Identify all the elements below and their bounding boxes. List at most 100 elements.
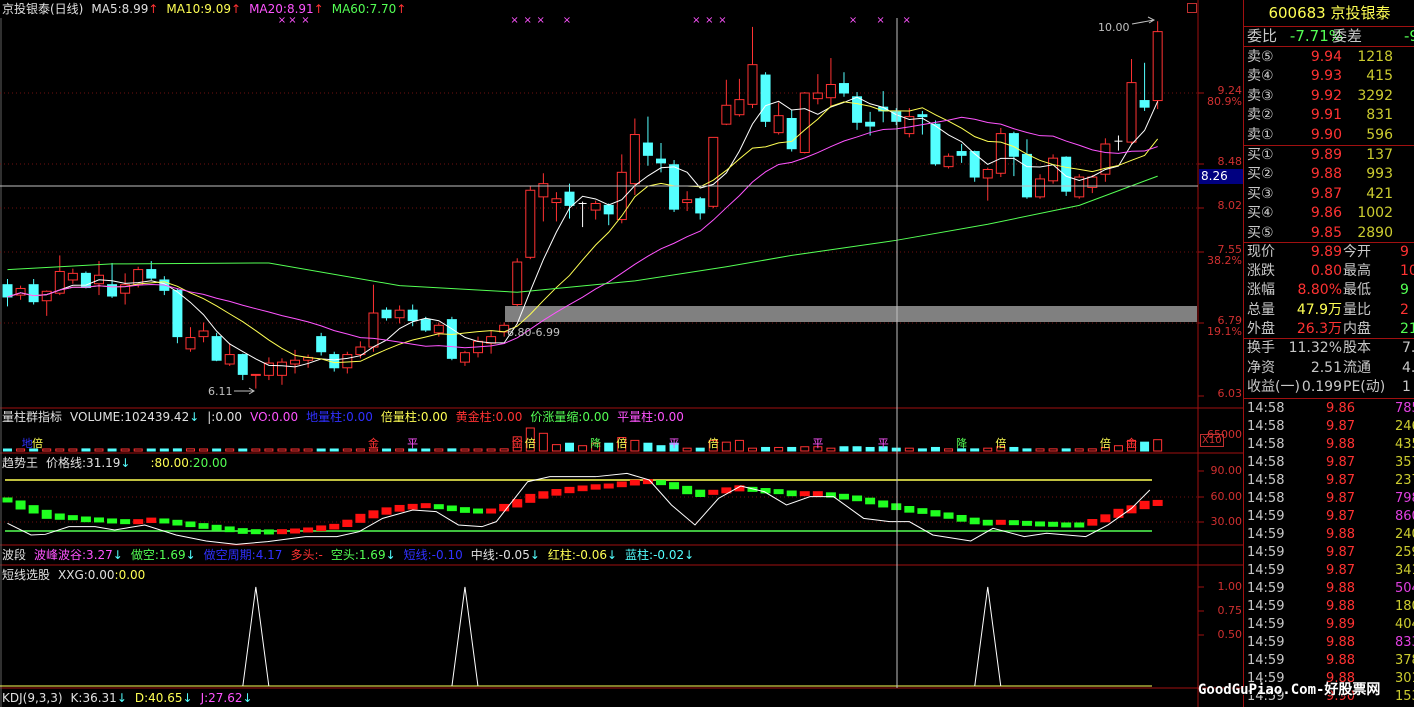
sell-volume: 1218 [1357,49,1393,65]
stat-value: 0.80 [1310,263,1342,280]
tick-row: 14:58 9.87 357 [1244,454,1414,472]
window-restore-icon[interactable] [1187,3,1197,13]
info-label: 净资 [1247,359,1275,376]
main-legend: 京投银泰(日线) MA5:8.99↑ MA10:9.09↑ MA20:8.91↑ MA6… [2,2,414,16]
sell-level-row[interactable]: 卖③ 9.92 3292 [1244,87,1414,106]
quote-stat-row: 涨跌 0.80最高 10 [1244,262,1414,281]
low-arrow-icon [234,387,255,395]
tick-volume: 153 [1395,689,1414,704]
buy-level-row[interactable]: 买② 9.88 993 [1244,165,1414,184]
d-value: D:40.65 [134,691,183,705]
chart-canvas[interactable]: × × × × × × × × × × × × ×地倍金平金倍降倍平倍平平降倍倍金 [0,0,1243,707]
signal-x-mark: × [876,15,884,26]
trend-block [224,526,235,533]
trend-block [473,508,484,514]
candle-up [551,198,562,204]
stat-label: 最高 [1343,263,1371,280]
tick-price: 9.89 [1326,617,1355,632]
watermark: GoodGuPiao.Com-好股票网 [1198,682,1381,698]
quote-info-row: 收益(一) 0.199 PE(动) 1 [1244,378,1414,397]
trend-block [446,505,457,512]
volume-bar [630,439,640,452]
volume-bar [578,445,588,452]
tick-price: 9.88 [1326,527,1355,542]
down-arrow-icon: ↓ [242,691,253,705]
signal-x-mark: × [301,15,309,26]
indicator-name[interactable]: 波段 [2,548,26,562]
sell-level-row[interactable]: 卖② 9.91 831 [1244,106,1414,125]
signal-x-mark: × [692,15,700,26]
buy-level-row[interactable]: 买④ 9.86 1002 [1244,204,1414,223]
trend-block [368,510,379,519]
trend-block [1113,508,1124,518]
volume-bar [538,432,548,452]
trend-legend: 趋势王 价格线:31.19↓:80.00:20.00 [2,456,235,470]
sell-level-row[interactable]: 卖④ 9.93 415 [1244,67,1414,86]
buy-price: 9.87 [1310,185,1342,202]
buy-level-row[interactable]: 买③ 9.87 421 [1244,185,1414,204]
candle-down [695,198,706,214]
tick-row: 14:59 9.88 378 [1244,652,1414,670]
high-price-label: 10.00 [1098,21,1130,34]
candle-up [224,354,235,365]
sell-level-label: 卖③ [1247,87,1274,104]
candle-up [250,373,261,376]
down-arrow-icon: ↓ [606,548,618,562]
volume-bar [460,448,470,452]
volume-bar [1153,439,1163,452]
indicator-name[interactable]: 趋势王 [2,456,38,470]
volume-tag: 倍 [995,436,1006,450]
buy-level-row[interactable]: 买① 9.89 137 [1244,146,1414,165]
trend-block [1061,522,1072,528]
tick-price: 9.87 [1326,509,1355,524]
volume-bar [839,446,849,452]
indicator-name[interactable]: KDJ(9,3,3) [2,691,63,705]
ma20-value: MA20:8.91↑ [249,2,324,16]
volume-bar [120,448,130,452]
indicator-name[interactable]: 量柱群指标 [2,410,62,424]
sell-level-row[interactable]: 卖⑤ 9.94 1218 [1244,48,1414,67]
candle-up [1035,178,1046,198]
sell-volume: 3292 [1357,87,1393,104]
pick-signal-spike [451,586,479,687]
candle-down [446,319,457,359]
candle-up [943,155,954,168]
pick-axis-05: 0.50 [1217,628,1243,641]
trend-block [956,514,967,522]
trend-block [54,513,65,520]
buy-level-label: 买③ [1247,185,1274,202]
candle-down [865,121,876,127]
trend-block [172,519,183,526]
candle-up [1126,82,1137,143]
tick-time: 14:59 [1247,635,1285,650]
candle-up [982,168,993,179]
stat-label: 涨幅 [1247,282,1275,299]
indicator-name[interactable]: 短线选股 [2,568,50,582]
sell-volume: 596 [1366,126,1393,143]
down-arrow-icon: ↓ [385,548,396,562]
volume-bar [473,448,483,452]
sell-level-row[interactable]: 卖① 9.90 596 [1244,126,1414,145]
sell-price: 9.93 [1310,68,1342,85]
buy-price: 9.86 [1310,205,1342,222]
trend-block [67,515,78,521]
buy-price: 9.85 [1310,224,1342,241]
stat-value: 2 [1400,301,1409,318]
buy-level-row[interactable]: 买⑤ 9.85 2890 [1244,224,1414,243]
cursor-price-tag: 8.26 [1199,169,1243,184]
trend-axis-60: 60.00 [1210,490,1243,503]
candle-up [185,337,196,350]
stat-label: 量比 [1343,301,1371,318]
trend-block [538,491,549,499]
trend-block [1021,520,1032,526]
stat-label: 内盘 [1343,320,1371,337]
short-value: 做空:1.69 [130,548,186,562]
stock-title: 京投银泰(日线) [2,2,84,16]
down-arrow-icon: ↓ [112,548,123,562]
candle-down [329,354,340,369]
tick-volume: 237 [1395,473,1414,488]
candle-up [1152,31,1163,102]
trend-block [917,508,928,514]
shrink-volume-value: 价涨量缩:0.00 [530,410,610,424]
trend-block [28,505,39,514]
